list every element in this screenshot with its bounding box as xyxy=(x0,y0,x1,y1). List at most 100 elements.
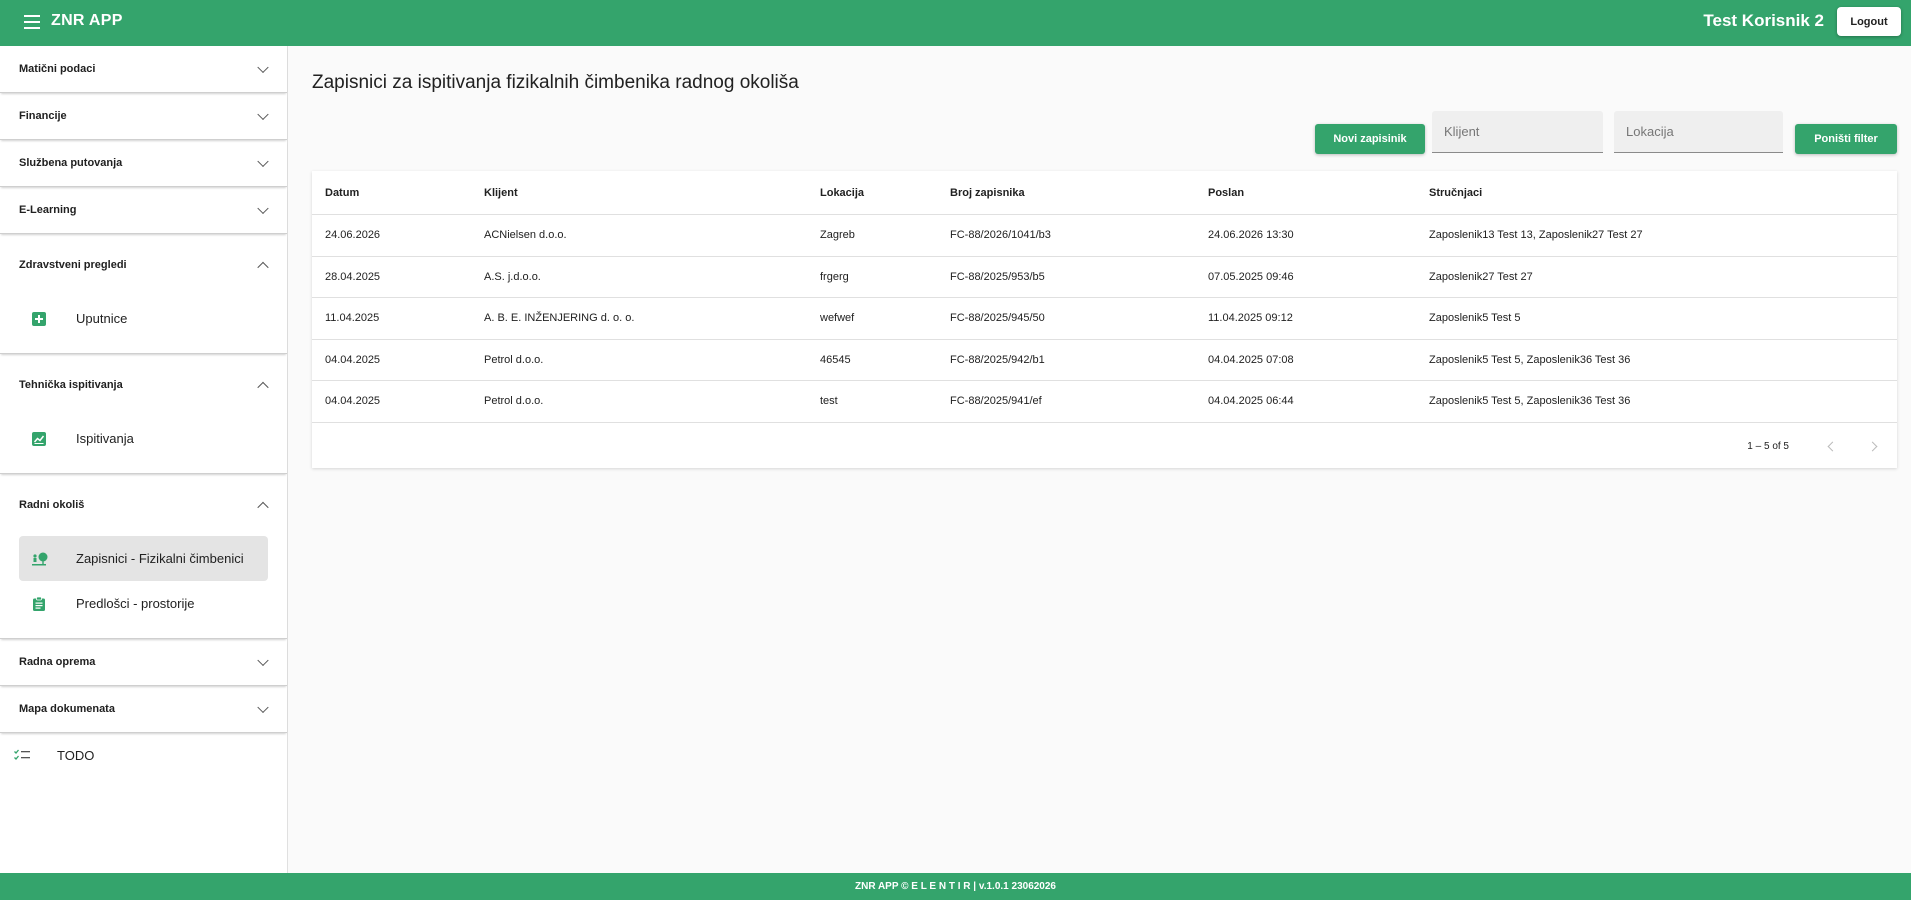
cell-klijent: A.S. j.d.o.o. xyxy=(484,270,541,283)
cell-klijent: A. B. E. INŽENJERING d. o. o. xyxy=(484,312,635,325)
sidebar-item-label: Predlošci - prostorije xyxy=(76,596,195,611)
cell-lokacija: 46545 xyxy=(820,353,851,366)
sidebar-section-sluzbena-putovanja: Službena putovanja xyxy=(0,140,287,187)
checklist-icon xyxy=(14,749,30,760)
cell-strucnjaci: Zaposlenik27 Test 27 xyxy=(1429,270,1533,283)
chart-icon xyxy=(32,431,46,446)
top-toolbar: ZNR APP Test Korisnik 2 Logout xyxy=(0,0,1911,46)
table-header-row: Datum Klijent Lokacija Broj zapisnika Po… xyxy=(312,171,1897,215)
cell-klijent: Petrol d.o.o. xyxy=(484,353,544,366)
sidebar-item-ispitivanja[interactable]: Ispitivanja xyxy=(19,416,268,461)
sidebar-section-header[interactable]: Financije xyxy=(0,93,287,139)
sidebar-section-header[interactable]: Radna oprema xyxy=(0,639,287,685)
nature-person-icon xyxy=(32,552,48,565)
cell-poslan: 04.04.2025 07:08 xyxy=(1208,353,1294,366)
chevron-down-icon xyxy=(257,155,269,168)
table-row[interactable]: 04.04.2025 Petrol d.o.o. test FC-88/2025… xyxy=(312,381,1897,423)
cell-poslan: 24.06.2026 13:30 xyxy=(1208,229,1294,242)
sidebar-section-label: Financije xyxy=(19,110,67,122)
reset-filter-button[interactable]: Poništi filter xyxy=(1795,124,1897,154)
chevron-right-icon[interactable] xyxy=(1867,441,1877,451)
chevron-up-icon xyxy=(257,261,269,274)
table-row[interactable]: 11.04.2025 A. B. E. INŽENJERING d. o. o.… xyxy=(312,298,1897,340)
cell-klijent: ACNielsen d.o.o. xyxy=(484,229,567,242)
footer: ZNR APP © E L E N T I R | v.1.0.1 230620… xyxy=(0,873,1911,900)
column-header-datum[interactable]: Datum xyxy=(325,187,359,199)
chevron-down-icon xyxy=(257,202,269,215)
sidebar-section-header[interactable]: Mapa dokumenata xyxy=(0,686,287,732)
sidebar-section-mapa-dokumenata: Mapa dokumenata xyxy=(0,686,287,733)
column-header-broj-zapisnika[interactable]: Broj zapisnika xyxy=(950,187,1025,199)
new-record-button[interactable]: Novi zapisinik xyxy=(1315,124,1425,154)
sidebar-section-label: Zdravstveni pregledi xyxy=(19,259,127,271)
cell-strucnjaci: Zaposlenik13 Test 13, Zaposlenik27 Test … xyxy=(1429,229,1643,242)
sidebar-section-header[interactable]: Matični podaci xyxy=(0,46,287,92)
cell-broj-zapisnika: FC-88/2026/1041/b3 xyxy=(950,229,1051,242)
chevron-up-icon xyxy=(257,501,269,514)
sidebar-section-zdravstveni-pregledi: Zdravstveni pregledi Uputnice xyxy=(0,234,287,354)
plus-box-icon xyxy=(32,311,46,326)
sidebar-item-todo[interactable]: TODO xyxy=(0,733,287,777)
chevron-left-icon[interactable] xyxy=(1827,441,1837,451)
cell-datum: 04.04.2025 xyxy=(325,353,381,366)
table-row[interactable]: 24.06.2026 ACNielsen d.o.o. Zagreb FC-88… xyxy=(312,215,1897,257)
column-header-klijent[interactable]: Klijent xyxy=(484,187,518,199)
table-row[interactable]: 28.04.2025 A.S. j.d.o.o. frgerg FC-88/20… xyxy=(312,257,1897,298)
klijent-filter-input[interactable] xyxy=(1432,111,1603,153)
sidebar-section-header[interactable]: Radni okoliš xyxy=(0,474,287,536)
cell-poslan: 04.04.2025 06:44 xyxy=(1208,395,1294,408)
cell-datum: 04.04.2025 xyxy=(325,395,381,408)
sidebar-section-label: Radni okoliš xyxy=(19,499,85,511)
sidebar-section-header[interactable]: E-Learning xyxy=(0,187,287,233)
cell-broj-zapisnika: FC-88/2025/953/b5 xyxy=(950,270,1045,283)
sidebar-item-zapisnici-fizikalni-cimbenici[interactable]: Zapisnici - Fizikalni čimbenici xyxy=(19,536,268,581)
sidebar-item-label: Ispitivanja xyxy=(76,431,134,446)
table-row[interactable]: 04.04.2025 Petrol d.o.o. 46545 FC-88/202… xyxy=(312,340,1897,381)
sidebar-section-financije: Financije xyxy=(0,93,287,140)
paginator-range-label: 1 – 5 of 5 xyxy=(1747,441,1789,452)
sidebar-section-label: Tehnička ispitivanja xyxy=(19,379,123,391)
column-header-poslan[interactable]: Poslan xyxy=(1208,187,1244,199)
cell-klijent: Petrol d.o.o. xyxy=(484,395,544,408)
chevron-down-icon xyxy=(257,701,269,714)
records-table: Datum Klijent Lokacija Broj zapisnika Po… xyxy=(312,171,1897,468)
sidebar: Matični podaci Financije Službena putova… xyxy=(0,46,288,873)
sidebar-item-predlosci-prostorije[interactable]: Predlošci - prostorije xyxy=(19,581,268,626)
sidebar-section-label: Radna oprema xyxy=(19,656,96,668)
cell-lokacija: frgerg xyxy=(820,270,849,283)
cell-lokacija: Zagreb xyxy=(820,229,855,242)
cell-datum: 24.06.2026 xyxy=(325,229,381,242)
sidebar-section-e-learning: E-Learning xyxy=(0,187,287,234)
logout-button[interactable]: Logout xyxy=(1837,7,1901,36)
sidebar-section-header[interactable]: Službena putovanja xyxy=(0,140,287,186)
lokacija-filter-input[interactable] xyxy=(1614,111,1783,153)
app-title: ZNR APP xyxy=(51,12,123,29)
cell-lokacija: wefwef xyxy=(820,312,855,325)
menu-icon[interactable] xyxy=(24,15,40,29)
cell-broj-zapisnika: FC-88/2025/942/b1 xyxy=(950,353,1045,366)
chevron-down-icon xyxy=(257,654,269,667)
sidebar-item-uputnice[interactable]: Uputnice xyxy=(19,296,268,341)
chevron-down-icon xyxy=(257,61,269,74)
sidebar-section-label: Matični podaci xyxy=(19,63,96,75)
cell-broj-zapisnika: FC-88/2025/945/50 xyxy=(950,312,1045,325)
sidebar-section-header[interactable]: Zdravstveni pregledi xyxy=(0,234,287,296)
footer-text: ZNR APP © E L E N T I R | v.1.0.1 230620… xyxy=(855,881,1056,892)
column-header-lokacija[interactable]: Lokacija xyxy=(820,187,864,199)
sidebar-item-label: Zapisnici - Fizikalni čimbenici xyxy=(76,551,244,566)
clipboard-icon xyxy=(33,596,45,611)
chevron-up-icon xyxy=(257,381,269,394)
sidebar-section-maticni-podaci: Matični podaci xyxy=(0,46,287,93)
cell-broj-zapisnika: FC-88/2025/941/ef xyxy=(950,395,1042,408)
column-header-strucnjaci[interactable]: Stručnjaci xyxy=(1429,187,1482,199)
sidebar-section-label: Službena putovanja xyxy=(19,157,123,169)
cell-strucnjaci: Zaposlenik5 Test 5 xyxy=(1429,312,1521,325)
sidebar-section-radni-okolis: Radni okoliš Zapisnici - Fizikalni čimbe… xyxy=(0,474,287,639)
todo-label: TODO xyxy=(57,747,95,763)
sidebar-section-header[interactable]: Tehnička ispitivanja xyxy=(0,354,287,416)
cell-datum: 11.04.2025 xyxy=(325,312,380,325)
chevron-down-icon xyxy=(257,108,269,121)
sidebar-section-tehnicka-ispitivanja: Tehnička ispitivanja Ispitivanja xyxy=(0,354,287,474)
cell-poslan: 11.04.2025 09:12 xyxy=(1208,312,1293,325)
cell-datum: 28.04.2025 xyxy=(325,270,381,283)
